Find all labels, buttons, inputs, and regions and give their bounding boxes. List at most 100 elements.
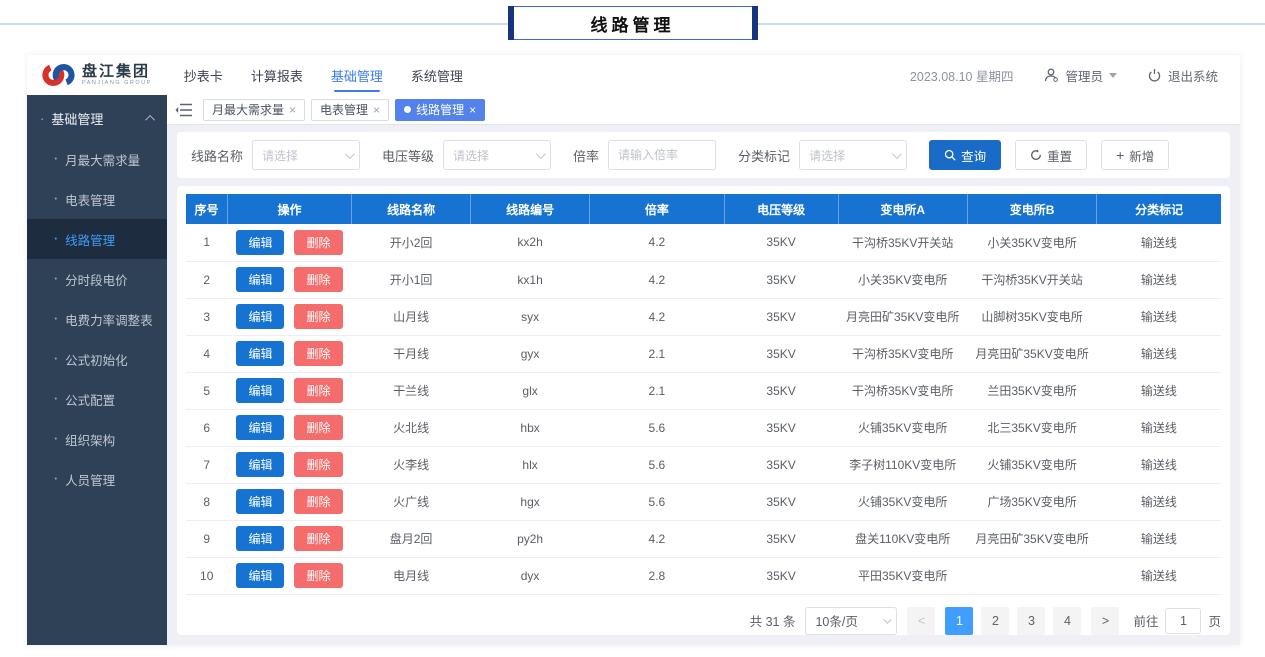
line-name-select[interactable]: 请选择 (252, 140, 361, 170)
user-menu[interactable]: 管理员 (1043, 66, 1117, 85)
cell-station-b: 广场35KV变电所 (967, 483, 1097, 521)
chevron-down-icon (1108, 72, 1117, 78)
delete-button[interactable]: 删除 (294, 415, 343, 440)
cell-line-name: 电月线 (351, 557, 471, 595)
refresh-icon (1031, 149, 1042, 160)
page-button-2[interactable]: 2 (981, 606, 1010, 635)
column-header: 线路编号 (470, 194, 591, 224)
logout-button[interactable]: 退出系统 (1147, 66, 1218, 85)
view-tab[interactable]: 电表管理 × (311, 98, 390, 121)
sidebar-item[interactable]: · 人员管理 (27, 459, 167, 499)
prev-page-button[interactable]: < (907, 606, 936, 635)
cell-actions: 编辑 删除 (227, 372, 352, 410)
cell-line-name: 火李线 (351, 446, 471, 484)
bullet-icon: · (54, 152, 59, 166)
edit-button[interactable]: 编辑 (236, 526, 285, 551)
add-button[interactable]: + 新增 (1101, 140, 1170, 170)
next-page-button[interactable]: > (1091, 606, 1120, 635)
edit-button[interactable]: 编辑 (236, 378, 285, 403)
cell-station-a: 小关35KV变电所 (838, 261, 968, 299)
chevron-down-icon (883, 614, 893, 624)
column-header: 序号 (186, 194, 228, 224)
bullet-icon: · (54, 312, 59, 326)
annotation-title-text: 线路管理 (590, 15, 675, 35)
bullet-icon: · (40, 110, 45, 126)
nav-item-系统管理[interactable]: 系统管理 (411, 55, 463, 95)
cell-line-name: 山月线 (351, 298, 471, 336)
power-icon (1148, 68, 1161, 82)
tag-view-bar: 月最大需求量 × 电表管理 × 线路管理 × (167, 95, 1240, 125)
nav-item-基础管理[interactable]: 基础管理 (331, 55, 383, 95)
app-header: 盘江集团 PANJIANG GROUP 抄表卡 计算报表 基础管理 系统管理 2023… (27, 55, 1240, 95)
cell-no: 3 (186, 298, 228, 336)
delete-button[interactable]: 删除 (294, 341, 343, 366)
filter-ratio: 倍率 (573, 140, 717, 170)
cell-category: 输送线 (1096, 261, 1221, 299)
column-header: 变电所B (967, 194, 1098, 224)
page-size-select[interactable]: 10条/页 (805, 606, 898, 635)
total-count: 共 31 条 (749, 615, 796, 629)
edit-button[interactable]: 编辑 (236, 563, 285, 588)
delete-button[interactable]: 删除 (294, 452, 343, 477)
edit-button[interactable]: 编辑 (236, 304, 285, 329)
cell-voltage: 35KV (724, 372, 838, 410)
page-button-4[interactable]: 4 (1053, 606, 1082, 635)
cell-line-name: 开小1回 (351, 261, 471, 299)
tab-close-icon[interactable]: × (373, 104, 380, 116)
cell-line-name: 火北线 (351, 409, 471, 447)
delete-button[interactable]: 删除 (294, 229, 343, 255)
edit-button[interactable]: 编辑 (236, 341, 285, 366)
delete-button[interactable]: 删除 (294, 563, 343, 588)
tab-close-icon[interactable]: × (289, 104, 296, 116)
sidebar-group-basic-management[interactable]: · 基础管理 (27, 97, 167, 139)
page-buttons: 1234 (945, 606, 1082, 635)
view-tab[interactable]: 月最大需求量 × (203, 98, 306, 121)
cell-ratio: 4.2 (589, 520, 725, 558)
cell-ratio: 5.6 (589, 409, 725, 447)
goto-page-input[interactable] (1165, 607, 1202, 634)
cell-actions: 编辑 删除 (227, 557, 352, 595)
edit-button[interactable]: 编辑 (236, 267, 285, 292)
cell-line-name: 干兰线 (351, 372, 471, 410)
reset-button[interactable]: 重置 (1015, 140, 1088, 170)
collapse-sidebar-icon[interactable] (175, 102, 193, 118)
cell-category: 输送线 (1096, 224, 1221, 262)
bullet-icon: · (54, 392, 59, 406)
edit-button[interactable]: 编辑 (236, 452, 285, 477)
page-button-3[interactable]: 3 (1017, 606, 1046, 635)
cell-ratio: 2.8 (589, 557, 725, 595)
sidebar-item[interactable]: · 公式配置 (27, 379, 167, 419)
top-nav: 抄表卡 计算报表 基础管理 系统管理 (184, 55, 463, 95)
page-button-1[interactable]: 1 (945, 606, 974, 635)
cell-actions: 编辑 删除 (227, 224, 352, 262)
sidebar-item[interactable]: · 电费力率调整表 (27, 299, 167, 339)
delete-button[interactable]: 删除 (294, 304, 343, 329)
delete-button[interactable]: 删除 (294, 267, 343, 292)
search-icon (944, 149, 956, 161)
edit-button[interactable]: 编辑 (236, 489, 285, 514)
sidebar-item[interactable]: · 组织架构 (27, 419, 167, 459)
tab-close-icon[interactable]: × (469, 104, 476, 116)
page-annotation-title: 线路管理 (507, 6, 758, 40)
delete-button[interactable]: 删除 (294, 378, 343, 403)
category-select[interactable]: 请选择 (799, 140, 908, 170)
sidebar-item[interactable]: · 分时段电价 (27, 259, 167, 299)
app-window: 盘江集团 PANJIANG GROUP 抄表卡 计算报表 基础管理 系统管理 2023… (27, 55, 1240, 645)
sidebar-item[interactable]: · 月最大需求量 (27, 139, 167, 179)
ratio-input[interactable] (608, 140, 717, 170)
sidebar-item[interactable]: · 公式初始化 (27, 339, 167, 379)
voltage-select[interactable]: 请选择 (443, 140, 552, 170)
cell-ratio: 4.2 (589, 224, 725, 262)
cell-station-b: 火铺35KV变电所 (967, 446, 1097, 484)
cell-station-b (967, 557, 1097, 595)
delete-button[interactable]: 删除 (294, 489, 343, 514)
edit-button[interactable]: 编辑 (236, 415, 285, 440)
nav-item-抄表卡[interactable]: 抄表卡 (184, 55, 223, 95)
view-tab[interactable]: 线路管理 × (395, 98, 486, 121)
sidebar-item[interactable]: · 电表管理 (27, 179, 167, 219)
edit-button[interactable]: 编辑 (236, 229, 285, 255)
nav-item-计算报表[interactable]: 计算报表 (251, 55, 303, 95)
delete-button[interactable]: 删除 (294, 526, 343, 551)
sidebar-item[interactable]: · 线路管理 (27, 219, 167, 259)
search-button[interactable]: 查询 (929, 140, 1002, 170)
